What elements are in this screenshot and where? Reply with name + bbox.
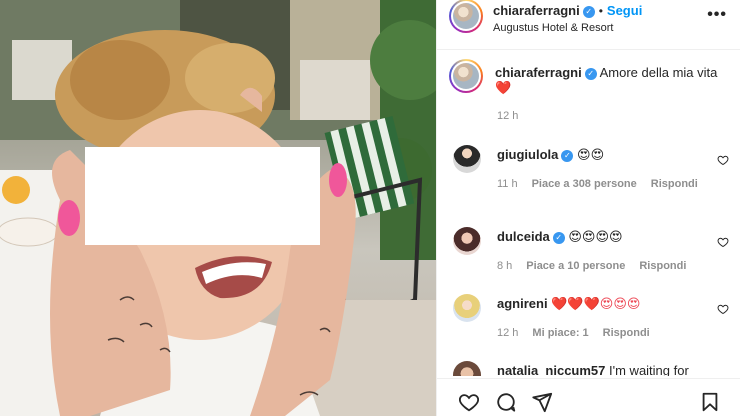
comment-time: 11 h [497, 178, 518, 190]
photo-illustration [0, 0, 436, 416]
comment-text: I'm waiting for [609, 363, 689, 376]
heart-icon[interactable] [458, 391, 480, 413]
comment-like-heart-icon[interactable] [717, 236, 729, 248]
share-icon[interactable] [531, 391, 553, 413]
comment-username[interactable]: giugiulola [497, 147, 558, 162]
separator-dot: • [598, 4, 603, 18]
verified-badge-icon: ✓ [561, 150, 574, 162]
post-detail-panel: chiaraferragni ✓ • Segui Augustus Hotel & R… [436, 0, 740, 416]
verified-badge-icon: ✓ [584, 68, 597, 80]
privacy-blur-box [85, 147, 320, 245]
caption-heart-emoji: ❤️ [495, 81, 512, 96]
comment-avatar[interactable] [453, 361, 481, 376]
caption-avatar[interactable] [449, 59, 483, 93]
comment-text: ❤️❤️❤️😍😍😍 [551, 297, 641, 312]
comment-avatar[interactable] [453, 145, 481, 173]
verified-badge-icon: ✓ [582, 6, 595, 18]
post-header: chiaraferragni ✓ • Segui Augustus Hotel & R… [437, 0, 740, 50]
caption-username[interactable]: chiaraferragni [495, 65, 582, 80]
comment-text: 😍😍😍😍 [568, 230, 623, 245]
comment-icon[interactable] [495, 391, 517, 413]
comment-avatar[interactable] [453, 227, 481, 255]
author-avatar[interactable] [449, 0, 483, 33]
comment-likes[interactable]: Piace a 308 persone [532, 178, 637, 190]
comment-meta: 8 h Piace a 10 persone Rispondi [497, 260, 700, 272]
comment-username[interactable]: dulceida [497, 229, 550, 244]
action-bar [437, 378, 740, 416]
comment-item: natalia_niccum57 I'm waiting for [497, 363, 689, 376]
follow-button[interactable]: Segui [607, 3, 642, 18]
comment-time: 12 h [497, 327, 519, 339]
comment-username[interactable]: natalia_niccum57 [497, 363, 605, 376]
more-horizontal-icon[interactable]: ••• [707, 6, 727, 24]
verified-badge-icon: ✓ [552, 232, 565, 244]
reply-button[interactable]: Rispondi [603, 327, 650, 339]
caption-text: Amore della mia vita [599, 65, 718, 80]
bookmark-icon[interactable] [699, 391, 721, 413]
comment-meta: 11 h Piace a 308 persone Rispondi [497, 178, 712, 190]
comment-time: 8 h [497, 260, 513, 272]
comment-likes[interactable]: Mi piace: 1 [532, 327, 588, 339]
reply-button[interactable]: Rispondi [651, 178, 698, 190]
comment-avatar[interactable] [453, 294, 481, 322]
caption-line: chiaraferragni ✓ Amore della mia vita [495, 65, 717, 80]
caption-time: 12 h [497, 110, 519, 122]
post-location[interactable]: Augustus Hotel & Resort [493, 22, 613, 34]
comment-meta: 12 h Mi piace: 1 Rispondi [497, 327, 664, 339]
comment-item: agnireni ❤️❤️❤️😍😍😍 [497, 296, 640, 312]
comment-item: giugiulola ✓ 😍😍 [497, 147, 604, 163]
comment-text: 😍😍 [577, 148, 605, 163]
comment-like-heart-icon[interactable] [717, 154, 729, 166]
author-username[interactable]: chiaraferragni [493, 3, 580, 18]
reply-button[interactable]: Rispondi [639, 260, 686, 272]
comment-item: dulceida ✓ 😍😍😍😍 [497, 229, 623, 245]
post-photo[interactable] [0, 0, 436, 416]
comments-list[interactable]: chiaraferragni ✓ Amore della mia vita ❤️ … [437, 51, 740, 376]
author-line: chiaraferragni ✓ • Segui [493, 2, 642, 20]
comment-like-heart-icon[interactable] [717, 303, 729, 315]
comment-likes[interactable]: Piace a 10 persone [526, 260, 625, 272]
comment-username[interactable]: agnireni [497, 296, 548, 311]
